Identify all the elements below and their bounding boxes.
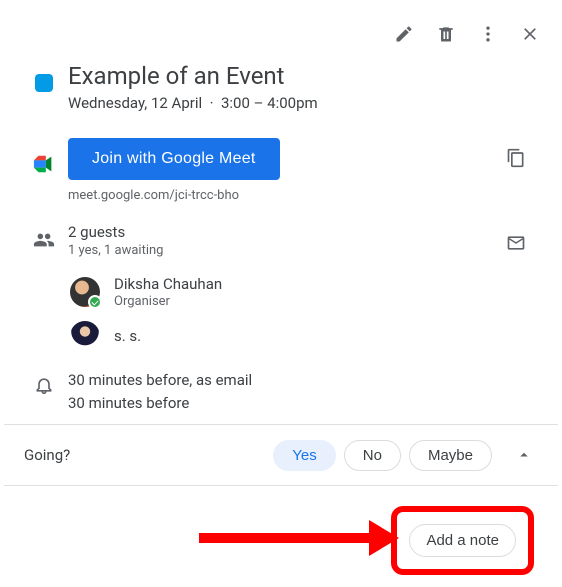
guest-status-text: 1 yes, 1 awaiting — [68, 243, 494, 258]
email-guests-button[interactable] — [496, 223, 536, 263]
close-icon — [520, 24, 540, 44]
rsvp-yes-button[interactable]: Yes — [273, 440, 335, 471]
rsvp-expand-toggle[interactable] — [506, 437, 542, 473]
annotation-highlight: Add a note — [391, 506, 534, 575]
rsvp-yes-badge — [88, 295, 102, 309]
bell-icon — [34, 375, 54, 395]
guest-item-0[interactable]: Diksha Chauhan Organiser — [68, 267, 538, 313]
notification-line-0: 30 minutes before, as email — [68, 369, 538, 392]
close-button[interactable] — [510, 14, 550, 54]
google-meet-icon — [33, 154, 55, 174]
notification-line-1: 30 minutes before — [68, 392, 538, 415]
trash-icon — [436, 24, 456, 44]
options-button[interactable] — [468, 14, 508, 54]
guest-name: s. s. — [114, 327, 141, 345]
envelope-icon — [506, 233, 526, 253]
title-row: Example of an Event Wednesday, 12 April … — [4, 58, 558, 116]
meet-link-text: meet.google.com/jci-trcc-bho — [68, 188, 494, 203]
event-color-swatch — [35, 74, 53, 92]
guest-count-text: 2 guests — [68, 223, 494, 241]
rsvp-maybe-button[interactable]: Maybe — [409, 440, 492, 471]
copy-icon — [506, 148, 526, 168]
avatar — [70, 321, 100, 351]
event-detail-card: Example of an Event Wednesday, 12 April … — [0, 0, 562, 587]
guests-row: 2 guests 1 yes, 1 awaiting — [4, 219, 558, 267]
edit-button[interactable] — [384, 14, 424, 54]
guests-icon — [33, 229, 55, 251]
pencil-icon — [394, 24, 414, 44]
guest-item-1[interactable]: s. s. — [68, 313, 538, 355]
event-toolbar — [4, 8, 558, 58]
join-meet-button[interactable]: Join with Google Meet — [68, 138, 280, 180]
guest-list: Diksha Chauhan Organiser s. s. — [4, 267, 558, 359]
notifications-row: 30 minutes before, as email 30 minutes b… — [4, 365, 558, 418]
rsvp-row: Going? Yes No Maybe — [4, 425, 558, 486]
copy-meet-link-button[interactable] — [496, 138, 536, 178]
delete-button[interactable] — [426, 14, 466, 54]
meet-row: Join with Google Meet meet.google.com/jc… — [4, 134, 558, 207]
rsvp-no-button[interactable]: No — [344, 440, 401, 471]
annotation-arrow — [199, 520, 399, 556]
event-datetime: Wednesday, 12 April · 3:00 – 4:00pm — [68, 94, 538, 112]
chevron-up-icon — [515, 446, 533, 464]
more-vertical-icon — [478, 24, 498, 44]
avatar — [70, 277, 100, 307]
event-title: Example of an Event — [68, 62, 538, 90]
rsvp-label: Going? — [24, 446, 265, 464]
add-note-button[interactable]: Add a note — [409, 524, 516, 557]
guest-name: Diksha Chauhan — [114, 275, 222, 293]
guest-role: Organiser — [114, 294, 222, 309]
